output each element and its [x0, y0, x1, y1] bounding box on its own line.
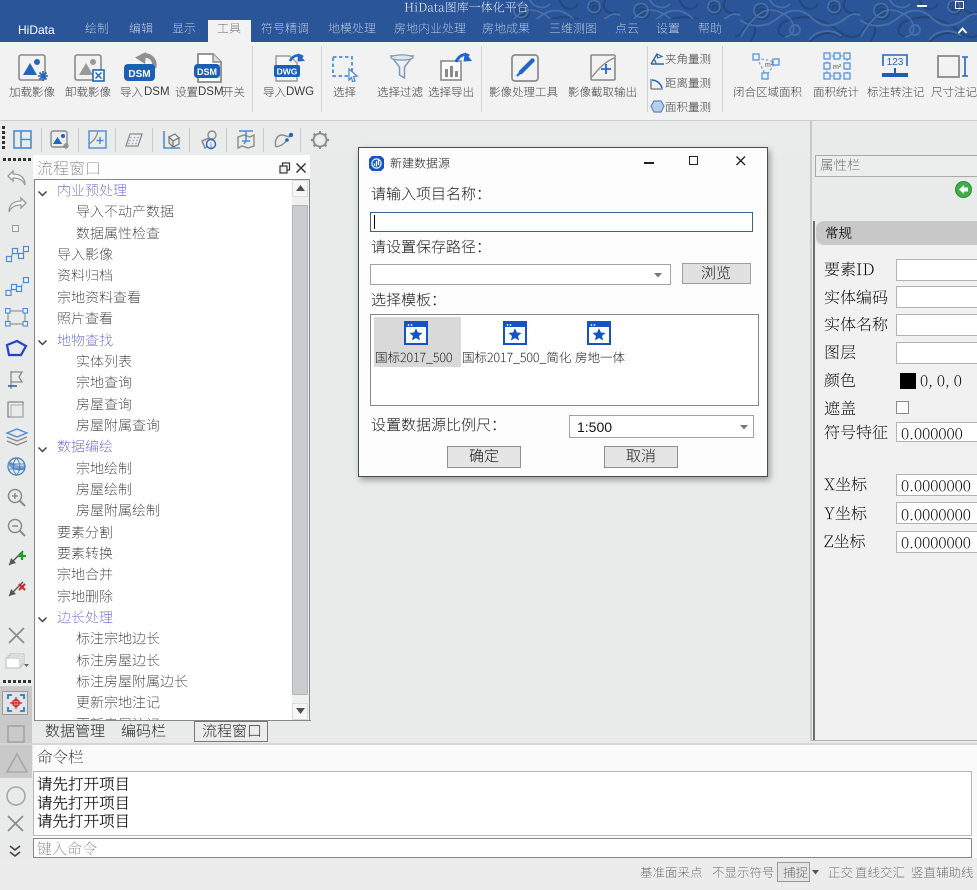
- svg-text:DSM: DSM: [128, 69, 150, 80]
- svg-text:DSM: DSM: [197, 67, 217, 77]
- svg-text:DWG: DWG: [277, 67, 298, 77]
- svg-text:m²: m²: [833, 64, 842, 71]
- svg-text:123: 123: [887, 57, 904, 68]
- svg-text:m²: m²: [765, 62, 774, 69]
